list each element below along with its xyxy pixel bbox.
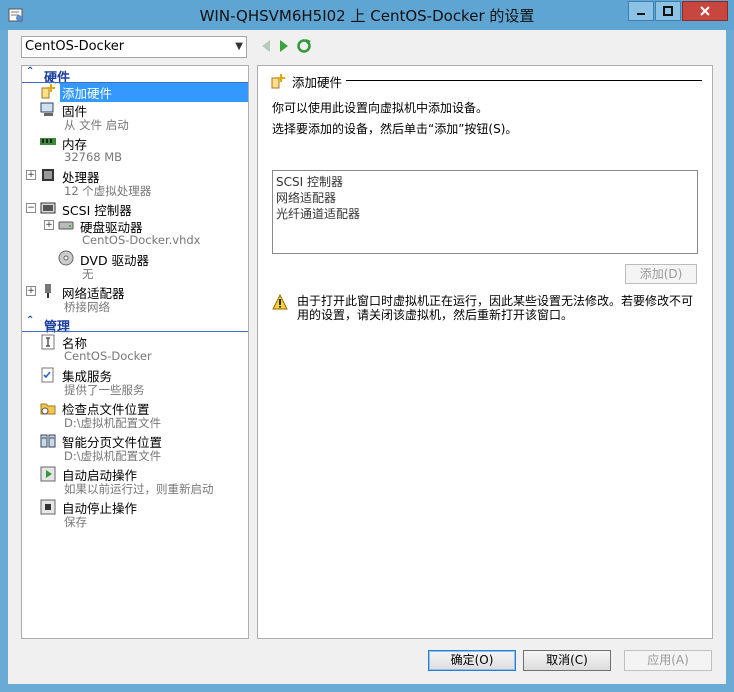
window-title: WIN-QHSVM6H5I02 上 CentOS-Docker 的设置 (199, 7, 535, 25)
vm-selector[interactable]: CentOS-Docker ▼ (21, 36, 247, 58)
caption-buttons (627, 1, 728, 21)
expand-icon[interactable]: + (26, 286, 36, 296)
settings-window: WIN-QHSVM6H5I02 上 CentOS-Docker 的设置 Cent… (0, 0, 734, 692)
vm-selector-value: CentOS-Docker (25, 39, 125, 54)
hard-drive-icon (58, 221, 74, 230)
tree-item-memory[interactable]: 内存 32768 MB (22, 133, 248, 166)
refresh-icon[interactable] (296, 38, 312, 54)
integration-services-icon (41, 367, 54, 383)
device-list-item[interactable]: 光纤通道适配器 (276, 205, 694, 221)
name-icon (41, 334, 55, 350)
auto-stop-icon (40, 499, 56, 515)
auto-start-icon (40, 466, 56, 482)
close-icon (700, 6, 710, 16)
expand-icon[interactable]: + (44, 220, 54, 230)
minimize-button[interactable] (628, 1, 654, 21)
tree-item-integration-services[interactable]: 集成服务 提供了一些服务 (22, 365, 248, 398)
tree-item-name[interactable]: 名称 CentOS-Docker (22, 332, 248, 365)
tree-item-auto-stop[interactable]: 自动停止操作 保存 (22, 497, 248, 530)
tree-item-smart-paging-location[interactable]: 智能分页文件位置 D:\虚拟机配置文件 (22, 431, 248, 464)
collapse-icon[interactable]: ⌃ (26, 315, 34, 326)
settings-tree: ⌃ 硬件 添加硬件 固件 从 文件 启动 内存 32768 MB + 处理器 1… (21, 65, 249, 639)
tree-item-network-adapter[interactable]: + 网络适配器 桥接网络 (22, 282, 248, 315)
collapse-icon[interactable]: ⌃ (26, 66, 34, 77)
add-hardware-icon (271, 74, 285, 89)
ok-button[interactable]: 确定(O) (428, 650, 516, 671)
memory-icon (40, 138, 56, 145)
add-button[interactable]: 添加(D) (625, 264, 697, 284)
minimize-icon (637, 13, 645, 15)
device-list-item[interactable]: 网络适配器 (276, 189, 694, 205)
heading-rule (346, 80, 702, 81)
forward-arrow-icon[interactable] (278, 39, 290, 53)
tree-item-firmware[interactable]: 固件 从 文件 启动 (22, 100, 248, 133)
panel-heading: 添加硬件 (292, 75, 343, 90)
firmware-icon (40, 102, 54, 116)
close-button[interactable] (682, 1, 728, 21)
checkpoint-folder-icon (40, 403, 56, 415)
device-list[interactable]: SCSI 控制器 网络适配器 光纤通道适配器 (272, 170, 698, 254)
chevron-down-icon: ▼ (235, 41, 243, 52)
tree-item-hard-drive[interactable]: + 硬盘驱动器 CentOS-Docker.vhdx (22, 216, 248, 249)
description-line-1: 你可以使用此设置向虚拟机中添加设备。 (272, 101, 489, 115)
details-panel: 添加硬件 你可以使用此设置向虚拟机中添加设备。 选择要添加的设备，然后单击“添加… (257, 65, 713, 639)
scsi-controller-icon (40, 202, 56, 214)
section-management[interactable]: ⌃ 管理 (22, 315, 248, 335)
network-adapter-icon (45, 284, 51, 298)
apply-button[interactable]: 应用(A) (624, 650, 712, 671)
device-list-item[interactable]: SCSI 控制器 (276, 173, 694, 189)
tree-item-processor[interactable]: + 处理器 12 个虚拟处理器 (22, 166, 248, 199)
warning-text: 由于打开此窗口时虚拟机正在运行，因此某些设置无法修改。若要修改不可用的设置，请关… (297, 294, 694, 322)
back-arrow-icon[interactable] (260, 39, 272, 53)
client-area: CentOS-Docker ▼ ⌃ 硬件 添加硬件 固件 从 文件 启动 内存 … (8, 30, 726, 684)
tree-item-checkpoint-location[interactable]: 检查点文件位置 D:\虚拟机配置文件 (22, 398, 248, 431)
title-bar[interactable]: WIN-QHSVM6H5I02 上 CentOS-Docker 的设置 (0, 0, 734, 30)
collapse-node-icon[interactable]: − (26, 203, 36, 213)
nav-toolbar (260, 38, 312, 54)
tree-item-dvd-drive[interactable]: DVD 驱动器 无 (22, 249, 248, 282)
maximize-icon (663, 6, 673, 16)
maximize-button[interactable] (655, 1, 681, 21)
warning-icon (272, 294, 288, 310)
tree-item-auto-start[interactable]: 自动启动操作 如果以前运行过，则重新启动 (22, 464, 248, 497)
description-line-2: 选择要添加的设备，然后单击“添加”按钮(S)。 (272, 122, 518, 136)
section-hardware[interactable]: ⌃ 硬件 (22, 66, 248, 86)
smart-paging-icon (40, 434, 56, 448)
cancel-button[interactable]: 取消(C) (523, 650, 611, 671)
tree-item-add-hardware[interactable]: 添加硬件 (22, 83, 248, 102)
add-hardware-icon (41, 84, 55, 99)
dvd-icon (58, 250, 74, 266)
expand-icon[interactable]: + (26, 170, 36, 180)
processor-icon (42, 169, 54, 181)
tree-item-scsi-controller[interactable]: − SCSI 控制器 (22, 199, 248, 218)
